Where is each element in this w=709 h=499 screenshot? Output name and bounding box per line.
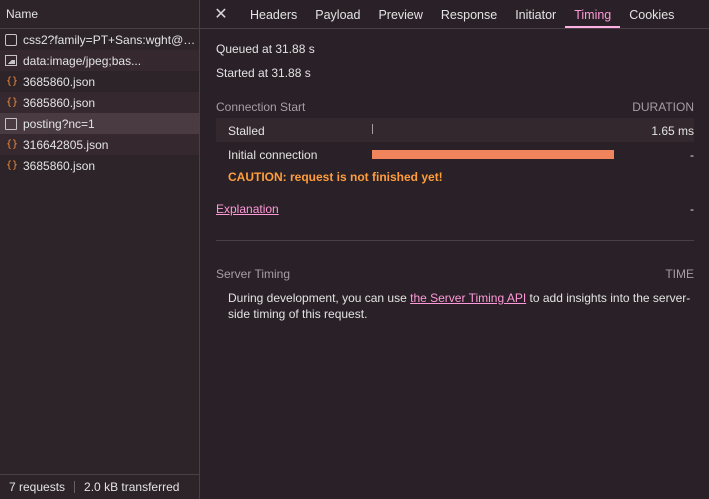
divider — [74, 481, 76, 493]
initial-connection-bar — [372, 150, 614, 159]
stalled-bar — [372, 124, 373, 134]
tab-payload[interactable]: Payload — [306, 0, 369, 28]
tab-headers[interactable]: Headers — [241, 0, 306, 28]
server-timing-description: During development, you can use the Serv… — [228, 290, 694, 322]
details-tabbar: ✕ Headers Payload Preview Response Initi… — [200, 0, 709, 29]
request-row[interactable]: {} 3685860.json — [0, 92, 199, 113]
description-text: During development, you can use — [228, 291, 411, 305]
initial-connection-label: Initial connection — [228, 148, 318, 162]
explanation-link[interactable]: Explanation — [216, 202, 279, 216]
post-icon — [5, 117, 17, 130]
tab-timing[interactable]: Timing — [565, 0, 621, 28]
request-name: 3685860.json — [23, 74, 96, 89]
time-header: TIME — [665, 267, 694, 281]
tab-cookies[interactable]: Cookies — [620, 0, 683, 28]
explanation-value: - — [690, 202, 694, 216]
tab-initiator[interactable]: Initiator — [506, 0, 565, 28]
request-row[interactable]: {} 3685860.json — [0, 71, 199, 92]
section-title: Server Timing — [216, 267, 291, 281]
request-row-selected[interactable]: posting?nc=1 — [0, 113, 199, 134]
request-row[interactable]: {} 316642805.json — [0, 134, 199, 155]
initial-connection-row: Initial connection - — [216, 142, 694, 166]
transferred-size: 2.0 kB transferred — [84, 480, 180, 494]
json-icon: {} — [5, 138, 19, 150]
connection-start-header: Connection Start DURATION — [216, 100, 694, 114]
image-icon — [5, 55, 17, 66]
section-title: Connection Start — [216, 100, 306, 114]
document-icon — [5, 33, 17, 46]
request-name: data:image/jpeg;bas... — [23, 53, 142, 68]
request-row[interactable]: data:image/jpeg;bas... — [0, 50, 199, 71]
started-at: Started at 31.88 s — [216, 66, 311, 80]
caution-message: CAUTION: request is not finished yet! — [228, 170, 443, 184]
request-name: posting?nc=1 — [23, 116, 95, 131]
json-icon: {} — [5, 96, 19, 108]
request-count: 7 requests — [9, 480, 66, 494]
queued-at: Queued at 31.88 s — [216, 42, 315, 56]
details-panel: ✕ Headers Payload Preview Response Initi… — [200, 0, 709, 499]
request-row[interactable]: {} 3685860.json — [0, 155, 199, 176]
request-list: css2?family=PT+Sans:wght@4... data:image… — [0, 29, 199, 176]
duration-header: DURATION — [632, 100, 694, 114]
close-icon[interactable]: ✕ — [214, 0, 228, 28]
request-name: css2?family=PT+Sans:wght@4... — [23, 32, 199, 47]
request-name: 3685860.json — [23, 158, 96, 173]
stalled-row: Stalled 1.65 ms — [216, 118, 694, 142]
divider — [216, 240, 694, 241]
status-bar: 7 requests 2.0 kB transferred — [0, 474, 199, 499]
initial-connection-value: - — [690, 148, 694, 162]
requests-panel: Name css2?family=PT+Sans:wght@4... data:… — [0, 0, 200, 499]
stalled-value: 1.65 ms — [651, 124, 694, 138]
json-icon: {} — [5, 159, 19, 171]
name-column-header[interactable]: Name — [0, 0, 199, 29]
stalled-label: Stalled — [228, 124, 265, 138]
request-name: 3685860.json — [23, 95, 96, 110]
request-name: 316642805.json — [23, 137, 109, 152]
server-timing-header: Server Timing TIME — [216, 267, 694, 281]
tab-preview[interactable]: Preview — [369, 0, 431, 28]
request-row[interactable]: css2?family=PT+Sans:wght@4... — [0, 29, 199, 50]
server-timing-api-link[interactable]: the Server Timing API — [410, 291, 526, 305]
json-icon: {} — [5, 75, 19, 87]
tab-response[interactable]: Response — [432, 0, 506, 28]
